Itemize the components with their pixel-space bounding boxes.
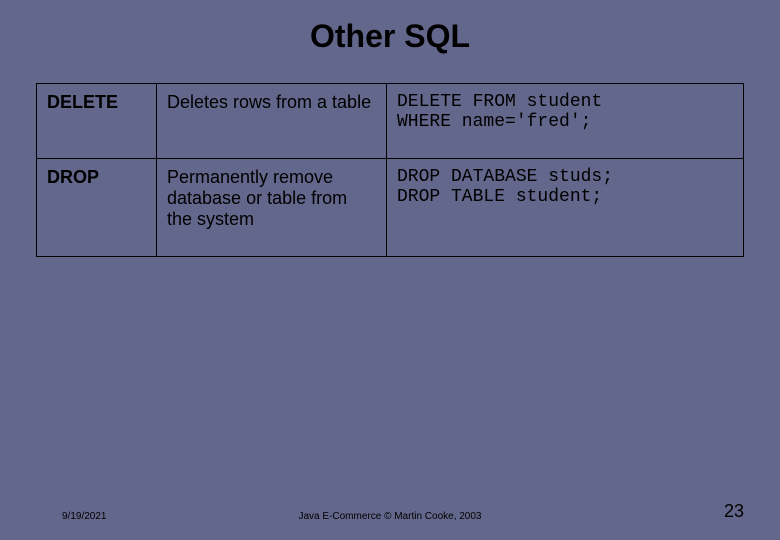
example-line: DROP DATABASE studs; — [397, 167, 733, 187]
table-row: DROP Permanently remove database or tabl… — [37, 159, 744, 257]
sql-table: DELETE Deletes rows from a table DELETE … — [36, 83, 744, 257]
description-cell: Permanently remove database or table fro… — [157, 159, 387, 257]
command-cell: DELETE — [37, 84, 157, 159]
footer-center: Java E-Commerce © Martin Cooke, 2003 — [0, 511, 780, 522]
example-cell: DROP DATABASE studs; DROP TABLE student; — [387, 159, 744, 257]
example-cell: DELETE FROM student WHERE name='fred'; — [387, 84, 744, 159]
table-row: DELETE Deletes rows from a table DELETE … — [37, 84, 744, 159]
description-cell: Deletes rows from a table — [157, 84, 387, 159]
example-line: DROP TABLE student; — [397, 187, 733, 207]
page-title: Other SQL — [0, 0, 780, 83]
example-line: DELETE FROM student — [397, 92, 733, 112]
footer-page-number: 23 — [724, 501, 744, 522]
footer: 9/19/2021 Java E-Commerce © Martin Cooke… — [0, 502, 780, 522]
command-cell: DROP — [37, 159, 157, 257]
example-line: WHERE name='fred'; — [397, 112, 733, 132]
